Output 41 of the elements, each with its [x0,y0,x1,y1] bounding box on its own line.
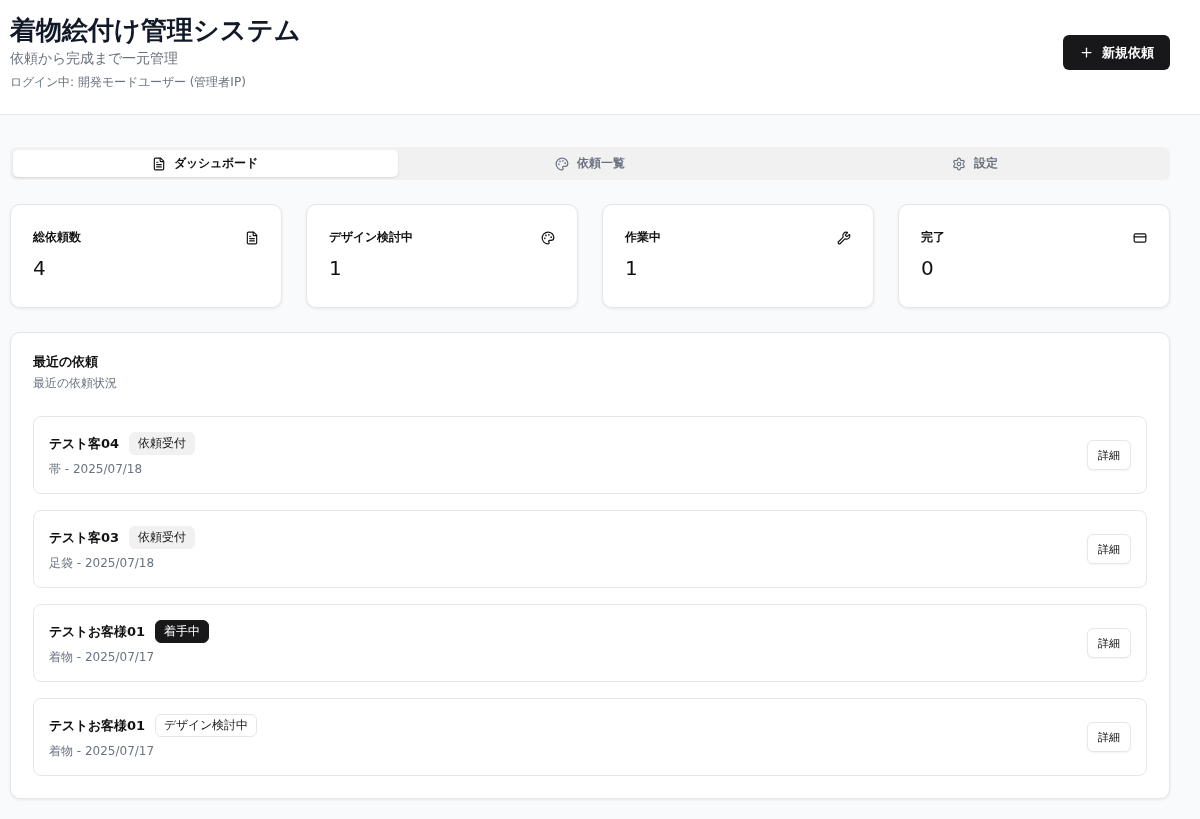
panel-subtitle: 最近の依頼状況 [33,375,118,392]
status-badge: 依頼受付 [129,526,196,549]
request-meta: 着物 - 2025/07/17 [49,649,156,666]
customer-name: テストお客様01 [49,716,146,735]
customer-name: テスト客04 [49,434,120,453]
new-request-button[interactable]: 新規依頼 [1063,35,1170,70]
tab[interactable]: 依頼一覧 [397,150,783,177]
customer-name: テスト客03 [49,528,120,547]
tab[interactable]: 設定 [782,150,1167,177]
tab[interactable]: ダッシュボード [13,150,398,177]
status-badge: 着手中 [155,620,210,643]
detail-button[interactable]: 詳細 [1087,440,1131,470]
document-icon [152,156,167,171]
stat-label: 総依頼数 [33,229,81,246]
detail-button[interactable]: 詳細 [1087,628,1131,658]
plus-icon [1079,45,1094,60]
stat-label: デザイン検討中 [329,229,413,246]
app-title: 着物絵付け管理システム [10,14,301,47]
panel-title: 最近の依頼 [33,353,99,371]
palette-icon [541,230,555,245]
status-badge: 依頼受付 [129,432,196,455]
stat-value: 0 [921,256,935,280]
stat-value: 4 [33,256,47,280]
request-meta: 足袋 - 2025/07/18 [49,555,156,572]
settings-icon [951,156,966,171]
document-icon [245,230,259,245]
wrench-icon [837,230,851,245]
stat-value: 1 [625,256,639,280]
stat-value: 1 [329,256,343,280]
customer-name: テストお客様01 [49,622,146,641]
palette-icon [555,156,569,171]
stat-label: 作業中 [625,229,661,246]
detail-button[interactable]: 詳細 [1087,534,1131,564]
detail-button[interactable]: 詳細 [1087,722,1131,752]
card-icon [1133,230,1147,245]
request-meta: 着物 - 2025/07/17 [49,743,156,760]
app-subtitle: 依頼から完成まで一元管理 [10,50,179,68]
status-badge: デザイン検討中 [155,714,258,737]
request-meta: 帯 - 2025/07/18 [49,461,144,478]
login-status: ログイン中: 開発モードユーザー (管理者IP) [10,74,247,91]
stat-label: 完了 [921,229,945,246]
